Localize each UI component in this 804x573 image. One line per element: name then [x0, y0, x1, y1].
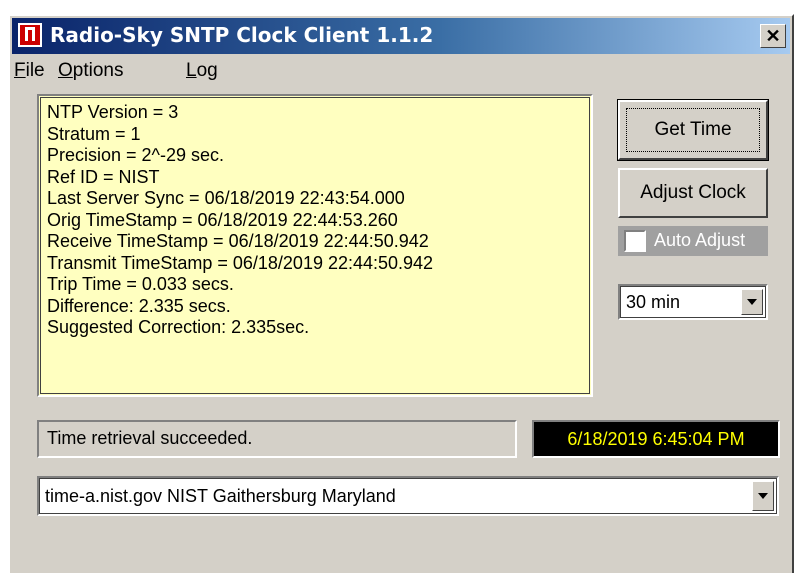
info-line-trip-time: Trip Time = 0.033 secs. [47, 274, 234, 294]
server-select-value: time-a.nist.gov NIST Gaithersburg Maryla… [45, 486, 396, 506]
menu-file[interactable]: File [14, 60, 45, 82]
info-line-last-sync: Last Server Sync = 06/18/2019 22:43:54.0… [47, 188, 405, 208]
close-icon: ✕ [765, 26, 781, 46]
menu-bar: File Options Log [12, 56, 790, 84]
app-icon[interactable] [18, 23, 42, 47]
info-line-orig-timestamp: Orig TimeStamp = 06/18/2019 22:44:53.260 [47, 209, 398, 230]
window-title: Radio-Sky SNTP Clock Client 1.1.2 [50, 23, 434, 47]
ntp-info-panel: NTP Version = 3 Stratum = 1 Precision = … [37, 94, 593, 397]
menu-log[interactable]: Log [186, 60, 218, 82]
chevron-down-icon[interactable] [741, 289, 763, 315]
server-select[interactable]: time-a.nist.gov NIST Gaithersburg Maryla… [37, 476, 779, 516]
info-line-stratum: Stratum = 1 [47, 123, 141, 144]
info-line-suggested-correction: Suggested Correction: 2.335sec. [47, 317, 310, 337]
close-button[interactable]: ✕ [760, 24, 786, 48]
info-line-receive-timestamp: Receive TimeStamp = 06/18/2019 22:44:50.… [47, 231, 429, 251]
adjust-clock-button[interactable]: Adjust Clock [618, 168, 768, 218]
info-line-ref-id: Ref ID = NIST [47, 166, 160, 187]
auto-adjust-control: Auto Adjust [618, 226, 768, 256]
auto-adjust-checkbox[interactable] [624, 230, 646, 252]
title-bar[interactable]: Radio-Sky SNTP Clock Client 1.1.2 ✕ [12, 18, 790, 54]
info-line-transmit-timestamp: Transmit TimeStamp = 06/18/2019 22:44:50… [47, 252, 434, 273]
auto-adjust-label: Auto Adjust [654, 230, 746, 250]
menu-options[interactable]: Options [58, 60, 123, 82]
info-line-precision: Precision = 2^-29 sec. [47, 145, 225, 165]
get-time-label: Get Time [626, 108, 760, 152]
interval-select[interactable]: 30 min [618, 284, 768, 320]
status-message: Time retrieval succeeded. [37, 420, 517, 458]
info-line-ntp-version: NTP Version = 3 [47, 102, 179, 122]
info-line-difference: Difference: 2.335 secs. [47, 295, 231, 316]
chevron-down-icon[interactable] [752, 481, 774, 511]
get-time-button[interactable]: Get Time [617, 99, 769, 161]
clock-display: 6/18/2019 6:45:04 PM [532, 420, 780, 458]
interval-select-value: 30 min [626, 292, 681, 312]
